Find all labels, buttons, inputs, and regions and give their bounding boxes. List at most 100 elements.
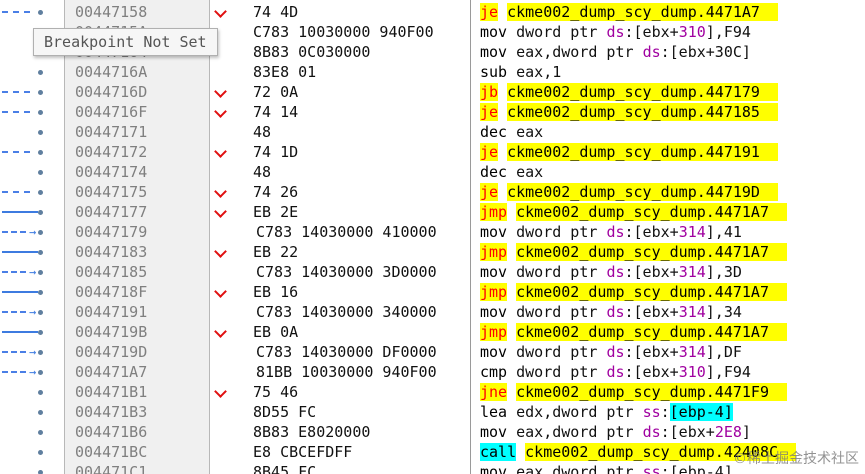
jump-line-row[interactable] [0, 442, 64, 462]
jump-line-row[interactable] [0, 462, 64, 474]
address-cell[interactable]: 004471C1 [65, 462, 209, 474]
jump-line-row[interactable] [0, 382, 64, 402]
instruction-row[interactable]: je ckme002_dump_scy_dump.4471A7 [471, 2, 865, 22]
branch-target[interactable]: ckme002_dump_scy_dump.4471A7 [516, 283, 787, 301]
breakpoint-dot-icon[interactable] [38, 210, 43, 215]
breakpoint-dot-icon[interactable] [38, 190, 43, 195]
breakpoint-dot-icon[interactable] [38, 250, 43, 255]
address-cell[interactable]: 00447172 [65, 142, 209, 162]
breakpoint-dot-icon[interactable] [38, 430, 43, 435]
jump-line-row[interactable]: → [0, 342, 64, 362]
instruction-row[interactable]: sub eax,1 [471, 62, 865, 82]
jump-line-row[interactable]: → [0, 302, 64, 322]
breakpoint-dot-icon[interactable] [38, 90, 43, 95]
instruction-row[interactable]: je ckme002_dump_scy_dump.447185 [471, 102, 865, 122]
jump-line-row[interactable] [0, 182, 64, 202]
jump-line-row[interactable] [0, 142, 64, 162]
branch-target[interactable]: ckme002_dump_scy_dump.4471A7 [516, 243, 787, 261]
jump-line-row[interactable] [0, 402, 64, 422]
address-cell[interactable]: 00447183 [65, 242, 209, 262]
jump-line-row[interactable] [0, 122, 64, 142]
address-cell[interactable]: 00447185 [65, 262, 209, 282]
instruction-row[interactable]: mov dword ptr ds:[ebx+310],F94 [471, 22, 865, 42]
breakpoint-dot-icon[interactable] [38, 110, 43, 115]
jump-arrow-icon: → [29, 345, 37, 359]
address-cell[interactable]: 004471B1 [65, 382, 209, 402]
breakpoint-dot-icon[interactable] [38, 390, 43, 395]
breakpoint-dot-icon[interactable] [38, 470, 43, 474]
breakpoint-dot-icon[interactable] [38, 150, 43, 155]
instruction-row[interactable]: mov eax,dword ptr ds:[ebx+30C] [471, 42, 865, 62]
jump-line-row[interactable] [0, 2, 64, 22]
breakpoint-dot-icon[interactable] [38, 350, 43, 355]
breakpoint-dot-icon[interactable] [38, 310, 43, 315]
jump-line-row[interactable] [0, 322, 64, 342]
instruction-row[interactable]: mov dword ptr ds:[ebx+314],41 [471, 222, 865, 242]
address-cell[interactable]: 004471BC [65, 442, 209, 462]
instruction-row[interactable]: jmp ckme002_dump_scy_dump.4471A7 [471, 282, 865, 302]
address-cell[interactable]: 004471A7 [65, 362, 209, 382]
instruction-row[interactable]: mov eax,dword ptr ds:[ebx+2E8] [471, 422, 865, 442]
instruction-row[interactable]: lea edx,dword ptr ss:[ebp-4] [471, 402, 865, 422]
jump-line-row[interactable] [0, 82, 64, 102]
jump-line-solid [2, 331, 38, 333]
jump-line-row[interactable] [0, 282, 64, 302]
breakpoint-dot-icon[interactable] [38, 290, 43, 295]
address-cell[interactable]: 00447158 [65, 2, 209, 22]
address-cell[interactable]: 00447175 [65, 182, 209, 202]
branch-target[interactable]: ckme002_dump_scy_dump.4471F9 [516, 383, 787, 401]
jump-line-row[interactable] [0, 162, 64, 182]
breakpoint-dot-icon[interactable] [38, 10, 43, 15]
address-cell[interactable]: 0044716F [65, 102, 209, 122]
instruction-row[interactable]: jmp ckme002_dump_scy_dump.4471A7 [471, 242, 865, 262]
branch-target[interactable]: ckme002_dump_scy_dump.4471A7 [516, 323, 787, 341]
instruction-row[interactable]: jb ckme002_dump_scy_dump.447179 [471, 82, 865, 102]
branch-target[interactable]: ckme002_dump_scy_dump.44719D [507, 183, 778, 201]
instruction-row[interactable]: je ckme002_dump_scy_dump.447191 [471, 142, 865, 162]
branch-target[interactable]: ckme002_dump_scy_dump.447185 [507, 103, 778, 121]
instruction-row[interactable]: jmp ckme002_dump_scy_dump.4471A7 [471, 322, 865, 342]
jump-line-row[interactable]: → [0, 222, 64, 242]
instruction-row[interactable]: jne ckme002_dump_scy_dump.4471F9 [471, 382, 865, 402]
breakpoint-dot-icon[interactable] [38, 370, 43, 375]
jump-line-row[interactable] [0, 62, 64, 82]
address-cell[interactable]: 00447174 [65, 162, 209, 182]
breakpoint-dot-icon[interactable] [38, 170, 43, 175]
address-cell[interactable]: 00447191 [65, 302, 209, 322]
jump-line-row[interactable]: → [0, 262, 64, 282]
breakpoint-dot-icon[interactable] [38, 230, 43, 235]
address-cell[interactable]: 004471B3 [65, 402, 209, 422]
address-cell[interactable]: 004471B6 [65, 422, 209, 442]
instruction-row[interactable]: je ckme002_dump_scy_dump.44719D [471, 182, 865, 202]
branch-target[interactable]: ckme002_dump_scy_dump.4471A7 [507, 3, 778, 21]
address-cell[interactable]: 0044718F [65, 282, 209, 302]
breakpoint-dot-icon[interactable] [38, 330, 43, 335]
instruction-row[interactable]: dec eax [471, 162, 865, 182]
address-cell[interactable]: 00447171 [65, 122, 209, 142]
breakpoint-dot-icon[interactable] [38, 450, 43, 455]
jump-line-row[interactable] [0, 102, 64, 122]
instruction-row[interactable]: cmp dword ptr ds:[ebx+310],F94 [471, 362, 865, 382]
instruction-row[interactable]: jmp ckme002_dump_scy_dump.4471A7 [471, 202, 865, 222]
address-cell[interactable]: 00447177 [65, 202, 209, 222]
breakpoint-dot-icon[interactable] [38, 70, 43, 75]
instruction-row[interactable]: mov dword ptr ds:[ebx+314],34 [471, 302, 865, 322]
breakpoint-dot-icon[interactable] [38, 130, 43, 135]
instruction-row[interactable]: mov dword ptr ds:[ebx+314],3D [471, 262, 865, 282]
branch-target[interactable]: ckme002_dump_scy_dump.447191 [507, 143, 778, 161]
address-cell[interactable]: 0044719B [65, 322, 209, 342]
jump-line-row[interactable]: → [0, 362, 64, 382]
instruction-row[interactable]: dec eax [471, 122, 865, 142]
branch-target[interactable]: ckme002_dump_scy_dump.4471A7 [516, 203, 787, 221]
branch-target[interactable]: ckme002_dump_scy_dump.447179 [507, 83, 778, 101]
jump-line-row[interactable] [0, 422, 64, 442]
address-cell[interactable]: 0044716D [65, 82, 209, 102]
breakpoint-dot-icon[interactable] [38, 410, 43, 415]
address-cell[interactable]: 0044719D [65, 342, 209, 362]
breakpoint-dot-icon[interactable] [38, 270, 43, 275]
jump-line-row[interactable] [0, 202, 64, 222]
address-cell[interactable]: 00447179 [65, 222, 209, 242]
instruction-row[interactable]: mov dword ptr ds:[ebx+314],DF [471, 342, 865, 362]
jump-line-row[interactable] [0, 242, 64, 262]
address-cell[interactable]: 0044716A [65, 62, 209, 82]
